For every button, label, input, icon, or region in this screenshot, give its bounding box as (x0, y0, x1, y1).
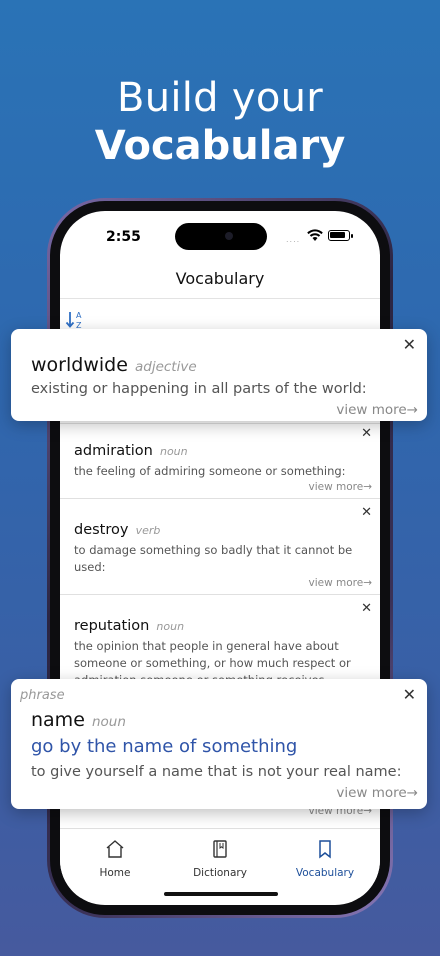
tab-home[interactable]: Home (70, 839, 160, 879)
book-icon (213, 840, 227, 858)
camera-icon (225, 232, 233, 240)
card-definition: to damage something so badly that it can… (74, 543, 353, 574)
page-title: Vocabulary (175, 269, 265, 288)
headline-line1: Build your (116, 75, 324, 121)
bookmark-icon (319, 840, 331, 859)
phone-frame: 2:55 .... Vocabulary A Z ✕ admiration no… (47, 198, 393, 918)
tab-vocabulary-label: Vocabulary (295, 867, 355, 879)
tab-vocabulary[interactable]: Vocabulary (280, 839, 370, 879)
wifi-icon (307, 229, 323, 241)
view-more-link[interactable]: view more→ (336, 402, 418, 418)
card-word: name (31, 709, 85, 731)
view-more-link[interactable]: view more→ (308, 577, 372, 589)
card-word: destroy (74, 522, 129, 538)
card-definition: to give yourself a name that is not your… (31, 764, 402, 780)
card-word: reputation (74, 618, 150, 634)
close-icon[interactable]: ✕ (361, 601, 372, 616)
close-icon[interactable]: ✕ (361, 426, 372, 441)
card-pos: adjective (134, 359, 197, 375)
headline-line2: Vocabulary (94, 123, 346, 169)
divider (60, 298, 380, 299)
list-item[interactable]: ✕ destroy verb to damage something so ba… (60, 498, 380, 595)
tab-home-label: Home (99, 867, 131, 879)
tab-dictionary-label: Dictionary (193, 867, 247, 879)
view-more-link[interactable]: view more→ (308, 481, 372, 493)
svg-text:A: A (76, 311, 82, 320)
close-icon[interactable]: ✕ (403, 335, 416, 354)
headline: Build your Vocabulary (0, 74, 440, 170)
card-pos: verb (135, 524, 161, 537)
status-bar: 2:55 .... (60, 211, 380, 261)
list-item[interactable]: ✕ admiration noun the feeling of admirin… (60, 423, 380, 499)
word-card-worldwide[interactable]: ✕ worldwide adjective existing or happen… (11, 329, 427, 421)
view-more-link[interactable]: view more→ (336, 785, 418, 801)
close-icon[interactable]: ✕ (361, 505, 372, 520)
card-pos: noun (159, 445, 188, 458)
word-card-name[interactable]: ✕ phrase name noun go by the name of som… (11, 679, 427, 809)
battery-icon (328, 230, 353, 241)
home-indicator (164, 892, 278, 896)
card-pos: noun (91, 714, 126, 730)
card-kind: phrase (20, 688, 65, 703)
dynamic-island (175, 223, 267, 250)
card-word: admiration (74, 443, 153, 459)
phrase-text: go by the name of something (31, 736, 298, 757)
card-definition: the feeling of admiring someone or somet… (74, 464, 346, 478)
card-word: worldwide (31, 354, 128, 376)
tab-dictionary[interactable]: Dictionary (175, 839, 265, 879)
status-time: 2:55 (106, 229, 141, 245)
close-icon[interactable]: ✕ (403, 685, 416, 704)
tab-bar: Home Dictionary Vocabulary (60, 828, 380, 898)
card-pos: noun (156, 620, 185, 633)
card-definition: existing or happening in all parts of th… (31, 381, 367, 397)
signal-icon: .... (286, 235, 301, 244)
home-icon (106, 840, 124, 858)
